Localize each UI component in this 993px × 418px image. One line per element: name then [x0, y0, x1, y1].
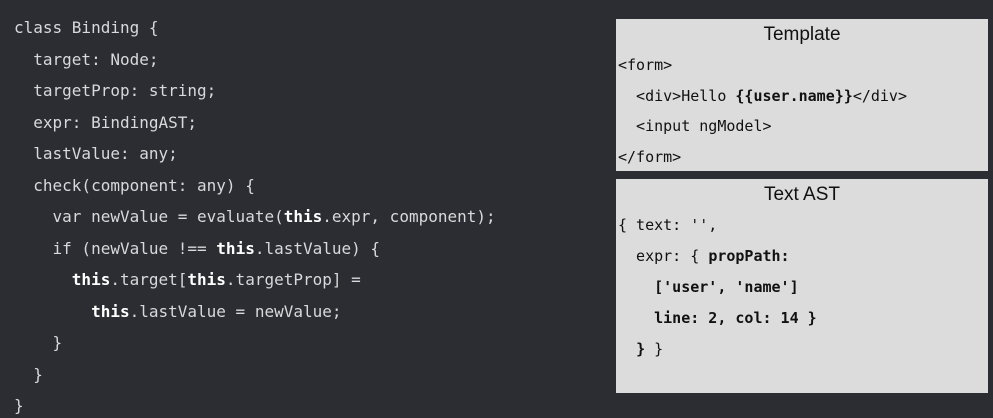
code-line: if (newValue !== this.lastValue) {	[14, 233, 496, 265]
bold-token: ['user', 'name']	[654, 278, 799, 296]
code-token: }	[645, 340, 664, 358]
code-token: </form>	[618, 147, 682, 166]
code-token: class Binding {	[14, 18, 159, 37]
code-token: if (newValue !==	[14, 238, 217, 258]
code-token: targetProp: string;	[14, 81, 217, 100]
code-token: }	[14, 333, 63, 352]
code-line: line: 2, col: 14 }	[616, 303, 988, 334]
code-line: } }	[616, 334, 988, 365]
code-token: <div>Hello	[618, 86, 736, 105]
code-line: }	[14, 359, 496, 391]
code-token: target: Node;	[14, 49, 159, 69]
code-line: this.lastValue = newValue;	[14, 296, 496, 328]
bold-token: this	[71, 270, 111, 289]
code-token: expr: {	[618, 247, 709, 265]
code-line: expr: BindingAST;	[14, 107, 496, 139]
template-panel: Template <form> <div>Hello {{user.name}}…	[616, 19, 988, 171]
code-line: expr: { propPath:	[616, 241, 988, 272]
code-line: this.target[this.targetProp] =	[14, 264, 496, 296]
bold-token: this	[283, 207, 323, 226]
code-line: <input ngModel>	[616, 111, 988, 142]
code-line: lastValue: any;	[14, 138, 496, 170]
code-block: class Binding { target: Node; targetProp…	[14, 12, 496, 418]
slide: class Binding { target: Node; targetProp…	[0, 0, 993, 418]
bold-token: }	[636, 340, 646, 358]
text-ast-panel: Text AST { text: '', expr: { propPath: […	[616, 179, 988, 393]
code-line: ['user', 'name']	[616, 272, 988, 303]
code-token: var newValue = evaluate(	[14, 207, 284, 226]
template-code: <form> <div>Hello {{user.name}}</div> <i…	[616, 50, 988, 172]
bold-token: line: 2, col: 14 }	[654, 309, 817, 327]
bold-token: propPath:	[708, 247, 790, 265]
code-line: <div>Hello {{user.name}}</div>	[616, 81, 988, 112]
bold-token: {{user.name}}	[735, 86, 853, 105]
code-token: </div>	[852, 86, 907, 105]
code-token: { text: '',	[618, 216, 718, 234]
code-token: .targetProp] =	[225, 270, 361, 289]
code-line: </form>	[616, 142, 988, 173]
bold-token: this	[91, 301, 130, 321]
template-panel-title: Template	[763, 24, 841, 45]
code-line: }	[14, 390, 496, 418]
code-line: { text: '',	[616, 210, 988, 241]
code-token: <form>	[618, 56, 673, 74]
code-token: }	[14, 364, 43, 384]
code-token: .lastValue = newValue;	[129, 301, 342, 321]
code-line: class Binding {	[14, 12, 496, 44]
code-token: .lastValue) {	[254, 238, 381, 258]
bold-token: this	[187, 270, 226, 289]
code-token: .expr, component);	[322, 207, 496, 226]
text-ast-code: { text: '', expr: { propPath: ['user', '…	[616, 210, 988, 365]
code-token: check(component: any) {	[14, 175, 255, 195]
code-token: <input ngModel>	[618, 117, 772, 135]
code-line: }	[14, 327, 496, 359]
code-line: targetProp: string;	[14, 75, 496, 107]
text-ast-panel-title: Text AST	[763, 184, 841, 205]
code-line: <form>	[616, 50, 988, 81]
bold-token: this	[216, 238, 255, 258]
code-line: var newValue = evaluate(this.expr, compo…	[14, 201, 496, 233]
code-token: }	[14, 396, 24, 415]
code-line: check(component: any) {	[14, 170, 496, 202]
code-line: target: Node;	[14, 44, 496, 76]
code-token: lastValue: any;	[14, 144, 178, 163]
code-token: .target[	[110, 270, 188, 289]
code-token: expr: BindingAST;	[14, 112, 198, 132]
